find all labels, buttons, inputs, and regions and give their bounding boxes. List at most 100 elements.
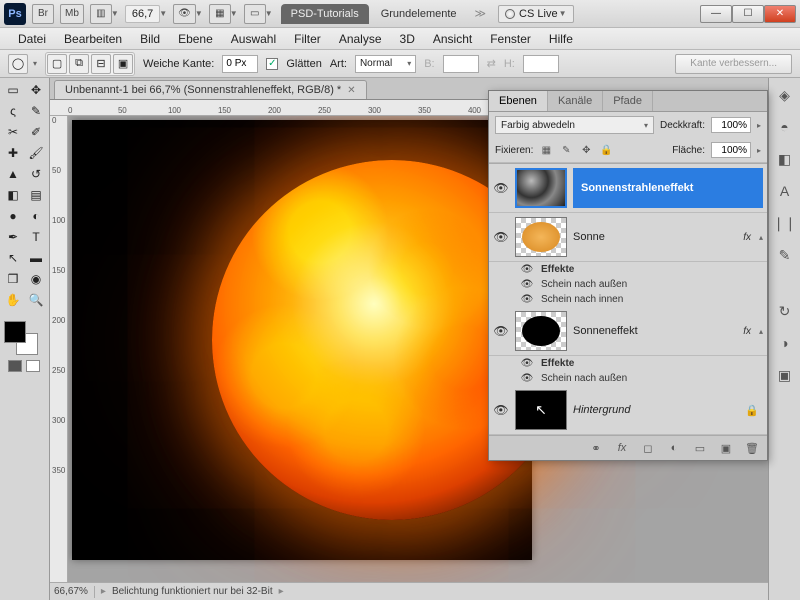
quick-select-tool[interactable]: ✎ — [25, 101, 47, 121]
color-swatches[interactable] — [2, 319, 46, 357]
type-tool[interactable]: T — [25, 227, 47, 247]
fill-flyout-icon[interactable]: ▸ — [757, 146, 761, 155]
zoom-field[interactable]: 66,7▼ — [125, 5, 167, 23]
feather-input[interactable] — [222, 55, 258, 73]
link-layers-icon[interactable]: ⚭ — [587, 440, 605, 456]
status-zoom[interactable]: 66,67% — [54, 586, 88, 597]
layer-row[interactable]: 👁 Sonne fx▴ — [489, 213, 767, 262]
menu-3d[interactable]: 3D — [392, 30, 423, 48]
crop-tool[interactable]: ✂ — [2, 122, 24, 142]
new-layer-icon[interactable]: ▣ — [717, 440, 735, 456]
layer-group-icon[interactable]: ▭ — [691, 440, 709, 456]
heal-tool[interactable]: ✚ — [2, 143, 24, 163]
minimize-button[interactable]: — — [700, 5, 732, 23]
shape-tool[interactable]: ▬ — [25, 248, 47, 268]
layer-name[interactable]: Sonnenstrahleneffekt — [573, 168, 763, 208]
navigator-icon[interactable]: ▣ — [774, 364, 796, 386]
lock-all-icon[interactable]: 🔒 — [599, 143, 613, 157]
lasso-tool[interactable]: ς — [2, 101, 24, 121]
fill-input[interactable] — [711, 142, 751, 158]
close-button[interactable]: ✕ — [764, 5, 796, 23]
marquee-tool[interactable]: ▭ — [2, 80, 24, 100]
arrange-button[interactable]: ▦▼ — [209, 4, 238, 24]
stamp-tool[interactable]: ▲ — [2, 164, 24, 184]
expand-icon[interactable]: ≫ — [469, 7, 493, 20]
minibridge-button[interactable]: Mb — [60, 4, 84, 24]
subtract-selection-icon[interactable]: ⊟ — [91, 54, 111, 74]
effects-header[interactable]: 👁Effekte — [489, 262, 767, 277]
menu-ansicht[interactable]: Ansicht — [425, 30, 480, 48]
brushes-icon[interactable]: ✎ — [774, 244, 796, 266]
view-extras-button[interactable]: 👁▼ — [173, 4, 203, 24]
bridge-button[interactable]: Br — [32, 4, 54, 24]
color-icon[interactable]: ◓ — [774, 116, 796, 138]
layer-name[interactable]: Sonne — [573, 231, 737, 243]
layer-thumbnail[interactable] — [515, 168, 567, 208]
menu-analyse[interactable]: Analyse — [331, 30, 390, 48]
eyedropper-tool[interactable]: ✐ — [25, 122, 47, 142]
effect-item[interactable]: 👁Schein nach innen — [489, 292, 767, 307]
layer-row[interactable]: 👁 Sonnenstrahleneffekt — [489, 164, 767, 213]
menu-auswahl[interactable]: Auswahl — [223, 30, 284, 48]
character-icon[interactable]: A — [774, 180, 796, 202]
antialias-checkbox[interactable]: ✓ — [266, 58, 278, 70]
screen-mode-button[interactable]: ▭▼ — [244, 4, 273, 24]
layer-row[interactable]: 👁 Sonneneffekt fx▴ — [489, 307, 767, 356]
fx-badge[interactable]: fx — [743, 232, 751, 243]
effect-item[interactable]: 👁Schein nach außen — [489, 277, 767, 292]
layer-row[interactable]: 👁 ↖ Hintergrund 🔒 — [489, 386, 767, 435]
layer-thumbnail[interactable]: ↖ — [515, 390, 567, 430]
tab-ebenen[interactable]: Ebenen — [489, 91, 548, 111]
layer-name[interactable]: Hintergrund — [573, 404, 739, 416]
effects-header[interactable]: 👁Effekte — [489, 356, 767, 371]
lock-position-icon[interactable]: ✥ — [579, 143, 593, 157]
lock-paint-icon[interactable]: ✎ — [559, 143, 573, 157]
dodge-tool[interactable]: ◐ — [25, 206, 47, 226]
history-icon[interactable]: ↻ — [774, 300, 796, 322]
blur-tool[interactable]: ● — [2, 206, 24, 226]
workspace-tab-psd-tutorials[interactable]: PSD-Tutorials — [281, 4, 369, 24]
delete-layer-icon[interactable]: 🗑 — [743, 440, 761, 456]
layer-name[interactable]: Sonneneffekt — [573, 325, 737, 337]
workspace-tab-grundelemente[interactable]: Grundelemente — [371, 4, 467, 24]
new-selection-icon[interactable]: ▢ — [47, 54, 67, 74]
brush-presets-icon[interactable]: ❘❘ — [774, 212, 796, 234]
layer-mask-icon[interactable]: ◻ — [639, 440, 657, 456]
tab-pfade[interactable]: Pfade — [603, 91, 653, 111]
layer-style-icon[interactable]: fx — [613, 440, 631, 456]
opacity-flyout-icon[interactable]: ▸ — [757, 121, 761, 130]
foreground-swatch[interactable] — [4, 321, 26, 343]
refine-edge-button[interactable]: Kante verbessern... — [675, 54, 792, 74]
layer-thumbnail[interactable] — [515, 217, 567, 257]
visibility-icon[interactable]: 👁 — [493, 181, 509, 195]
menu-filter[interactable]: Filter — [286, 30, 329, 48]
pen-tool[interactable]: ✒ — [2, 227, 24, 247]
adjustments-icon[interactable]: ◧ — [774, 148, 796, 170]
menu-ebene[interactable]: Ebene — [170, 30, 221, 48]
style-select[interactable]: Normal▾ — [355, 55, 416, 73]
3d-tool[interactable]: ❒ — [2, 269, 24, 289]
layout-picker[interactable]: ▥▼ — [90, 4, 119, 24]
intersect-selection-icon[interactable]: ▣ — [113, 54, 133, 74]
cs-live-button[interactable]: CS Live▼ — [498, 5, 573, 23]
maximize-button[interactable]: ☐ — [732, 5, 764, 23]
menu-hilfe[interactable]: Hilfe — [541, 30, 581, 48]
lock-transparent-icon[interactable]: ▦ — [539, 143, 553, 157]
tool-preset-icon[interactable]: ◯ — [8, 54, 28, 74]
effect-item[interactable]: 👁Schein nach außen — [489, 371, 767, 386]
quickmask-toggle[interactable] — [2, 360, 46, 372]
visibility-icon[interactable]: 👁 — [493, 324, 509, 338]
opacity-input[interactable] — [711, 117, 751, 133]
add-selection-icon[interactable]: ⧉ — [69, 54, 89, 74]
gradient-tool[interactable]: ▤ — [25, 185, 47, 205]
fx-badge[interactable]: fx — [743, 326, 751, 337]
tab-kanaele[interactable]: Kanäle — [548, 91, 603, 111]
zoom-tool[interactable]: 🔍 — [25, 290, 47, 310]
close-tab-icon[interactable]: ✕ — [347, 85, 355, 96]
layer-thumbnail[interactable] — [515, 311, 567, 351]
adjustment-layer-icon[interactable]: ◐ — [665, 440, 683, 456]
visibility-icon[interactable]: 👁 — [493, 403, 509, 417]
menu-fenster[interactable]: Fenster — [482, 30, 539, 48]
menu-bearbeiten[interactable]: Bearbeiten — [56, 30, 130, 48]
layers-icon[interactable]: ◈ — [774, 84, 796, 106]
